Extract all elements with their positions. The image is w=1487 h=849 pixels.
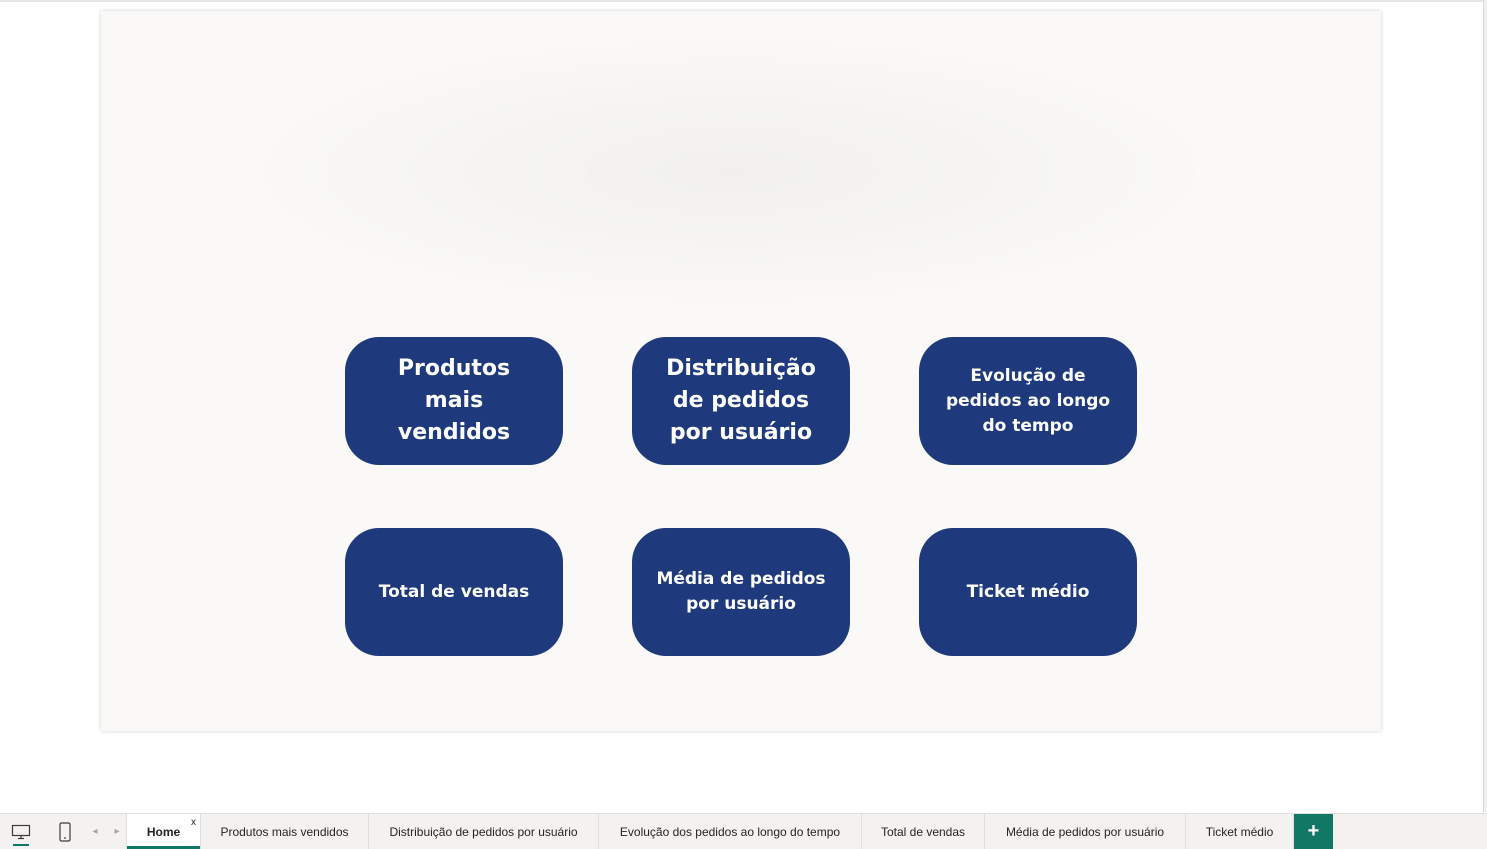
button-label-line: por usuário xyxy=(686,594,796,614)
scroll-tabs-left-icon[interactable]: ◂ xyxy=(88,814,102,849)
tab-total-vendas[interactable]: Total de vendas xyxy=(862,814,985,849)
produtos-mais-vendidos-button[interactable]: Produtos mais vendidos xyxy=(345,337,563,465)
media-pedidos-button[interactable]: Média de pedidos por usuário xyxy=(632,528,850,656)
page-tab-bar: ◂ ▸ Home x Produtos mais vendidos Distri… xyxy=(0,813,1487,849)
button-label-line: mais xyxy=(424,388,484,413)
tab-label: Evolução dos pedidos ao longo do tempo xyxy=(619,824,841,839)
button-label-line: Evolução de xyxy=(970,365,1086,386)
add-page-button[interactable]: + xyxy=(1294,814,1333,849)
distribuicao-pedidos-button[interactable]: Distribuição de pedidos por usuário xyxy=(632,337,850,465)
tab-label: Home xyxy=(146,824,181,839)
tab-label: Ticket médio xyxy=(1205,824,1274,839)
tab-evolucao-pedidos[interactable]: Evolução dos pedidos ao longo do tempo xyxy=(599,814,862,849)
button-label-line: Ticket médio xyxy=(966,581,1090,602)
tab-media-pedidos[interactable]: Média de pedidos por usuário xyxy=(985,814,1186,849)
page-tabs: Home x Produtos mais vendidos Distribuiç… xyxy=(126,814,1333,849)
button-label-line: por usuário xyxy=(669,420,813,445)
button-label-line: Produtos xyxy=(397,356,511,381)
button-label-line: vendidos xyxy=(397,420,511,445)
phone-view-icon[interactable] xyxy=(48,814,82,849)
desktop-view-icon[interactable] xyxy=(4,814,38,849)
vertical-scrollbar[interactable] xyxy=(1483,0,1487,812)
button-label-line: Total de vendas xyxy=(378,581,530,602)
button-label-line: Distribuição xyxy=(666,356,816,381)
faded-background-image xyxy=(251,36,1211,306)
button-label-line: pedidos ao longo xyxy=(945,390,1111,411)
total-vendas-button[interactable]: Total de vendas xyxy=(345,528,563,656)
tab-produtos-mais-vendidos[interactable]: Produtos mais vendidos xyxy=(201,814,369,849)
report-canvas: Produtos mais vendidos Distribuição de p… xyxy=(101,11,1381,731)
button-label-line: do tempo xyxy=(982,415,1074,436)
scroll-tabs-right-icon[interactable]: ▸ xyxy=(110,814,124,849)
ticket-medio-button[interactable]: Ticket médio xyxy=(919,528,1137,656)
button-label-line: de pedidos xyxy=(672,388,810,413)
tab-home[interactable]: Home x xyxy=(126,814,201,849)
top-border xyxy=(0,0,1487,2)
tab-ticket-medio[interactable]: Ticket médio xyxy=(1186,814,1294,849)
tab-distribuicao-pedidos[interactable]: Distribuição de pedidos por usuário xyxy=(369,814,599,849)
button-label-line: Média de pedidos xyxy=(656,569,826,589)
tab-label: Total de vendas xyxy=(880,824,966,839)
evolucao-pedidos-button[interactable]: Evolução de pedidos ao longo do tempo xyxy=(919,337,1137,465)
tab-label: Distribuição de pedidos por usuário xyxy=(389,824,578,839)
tab-label: Produtos mais vendidos xyxy=(220,824,349,839)
tab-label: Média de pedidos por usuário xyxy=(1005,824,1165,839)
close-tab-icon[interactable]: x xyxy=(191,817,196,828)
